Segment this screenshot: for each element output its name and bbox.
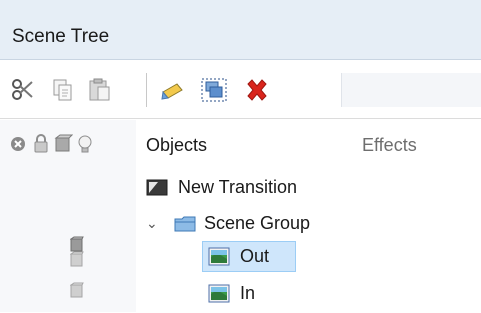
cube-icon: [69, 251, 84, 267]
group-button[interactable]: [201, 78, 227, 102]
title-bar: Scene Tree: [0, 0, 481, 60]
toolbar-search-field[interactable]: [341, 73, 481, 107]
header-lock-button[interactable]: [31, 134, 51, 154]
effects-column-header[interactable]: Effects: [362, 135, 417, 156]
objects-column-header[interactable]: Objects: [146, 135, 207, 156]
rename-button[interactable]: [160, 78, 186, 102]
header-render-button[interactable]: [53, 134, 74, 154]
copy-button[interactable]: [50, 78, 76, 102]
toolbar-separator: [146, 73, 147, 107]
tree-item-label: Scene Group: [204, 213, 311, 233]
chevron-down-icon[interactable]: ⌄: [146, 208, 158, 238]
cube-icon: [54, 134, 74, 152]
lightbulb-icon: [78, 135, 92, 153]
paste-button[interactable]: [87, 78, 113, 102]
pencil-icon: [161, 83, 183, 100]
visibility-toggle[interactable]: [69, 251, 84, 267]
panel-title: Scene Tree: [12, 26, 110, 47]
close-circle-icon: [11, 137, 25, 151]
image-icon: [208, 246, 230, 266]
group-icon: [201, 78, 227, 102]
scissors-icon: [12, 79, 33, 100]
tree-item-label: New Transition: [178, 177, 298, 197]
transition-icon: [146, 177, 168, 197]
header-light-button[interactable]: [75, 134, 95, 154]
header-close-button[interactable]: [9, 134, 29, 154]
red-x-icon: [247, 79, 267, 101]
visibility-toggle[interactable]: [69, 236, 84, 252]
lock-icon: [34, 134, 48, 153]
tree-item-label: In: [240, 283, 256, 303]
tree-item-label: Out: [240, 246, 270, 266]
image-icon: [208, 283, 230, 303]
cube-icon: [69, 236, 84, 252]
copy-icon: [53, 79, 72, 101]
visibility-toggle[interactable]: [69, 282, 84, 298]
folder-icon: [174, 213, 196, 233]
delete-button[interactable]: [244, 78, 270, 102]
cut-button[interactable]: [10, 78, 36, 102]
paste-icon: [89, 78, 110, 101]
cube-icon: [69, 282, 84, 298]
